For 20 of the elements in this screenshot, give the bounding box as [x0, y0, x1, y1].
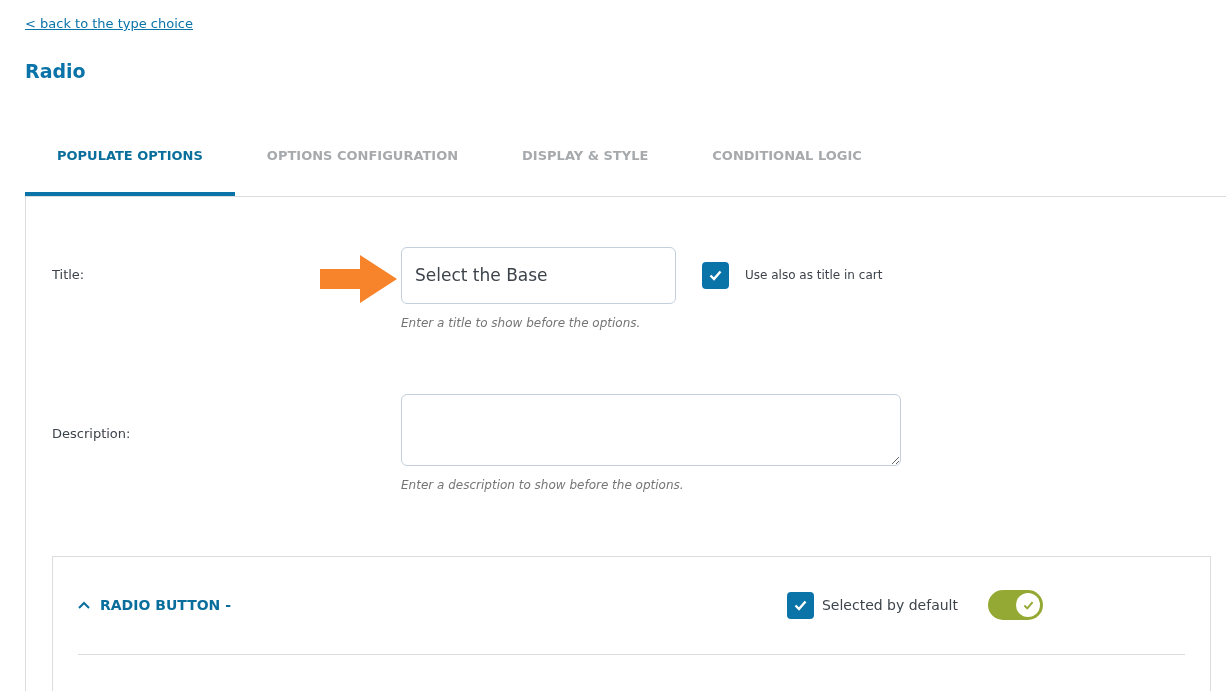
chevron-icon[interactable]: [78, 601, 90, 610]
help-text: Enter a title to show before the options.: [401, 314, 642, 332]
checkbox[interactable]: [702, 261, 729, 289]
checkbox[interactable]: [786, 591, 814, 619]
field-label: Title:: [52, 266, 85, 282]
checkbox-label: Use also as title in cart: [745, 267, 883, 285]
check-icon: [1022, 600, 1034, 610]
description-field[interactable]: [401, 393, 901, 466]
page-heading: Radio: [25, 59, 87, 83]
help-text: Enter a description to show before the options.: [401, 476, 685, 494]
check-icon: [709, 269, 722, 281]
check-icon: [793, 599, 807, 611]
arrow-icon: [320, 255, 397, 303]
toggle-switch[interactable]: [988, 590, 1043, 621]
field-label: Description:: [52, 425, 131, 441]
back-link[interactable]: < back to the type choice: [25, 16, 193, 31]
tab[interactable]: POPULATE OPTIONS: [25, 130, 235, 196]
checkbox-label: Selected by default: [821, 595, 958, 615]
option-title: RADIO BUTTON -: [100, 595, 231, 615]
text-field[interactable]: Select the Base: [401, 246, 676, 304]
